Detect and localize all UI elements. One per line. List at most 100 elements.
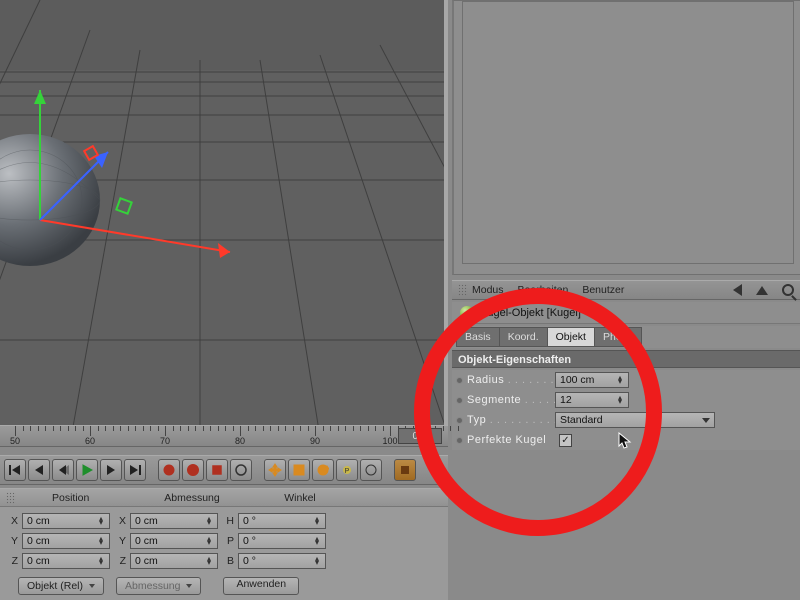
size-field-z[interactable]: 0 cm▴▾ xyxy=(130,553,218,569)
object-name-label: Kugel-Objekt [Kugel] xyxy=(480,307,581,319)
coord-footer: Objekt (Rel) Abmessung Anwenden xyxy=(0,575,448,597)
chevron-down-icon xyxy=(89,584,95,588)
coordinates-panel: Position Abmessung Winkel X 0 cm▴▾ X 0 cm▴▾… xyxy=(0,488,448,600)
prev-frame-button[interactable] xyxy=(28,459,50,481)
angle-axis-label: B xyxy=(222,555,234,567)
next-frame-button[interactable] xyxy=(100,459,122,481)
axis-label: X xyxy=(114,515,126,527)
transport-toolbar: P xyxy=(0,455,448,485)
prop-perfekte: Perfekte Kugel ✓ xyxy=(452,430,800,450)
bullet-icon xyxy=(456,437,463,444)
section-header: Objekt-Eigenschaften xyxy=(452,350,800,368)
menu-modus[interactable]: Modus xyxy=(472,284,504,296)
scale-tool-button[interactable] xyxy=(288,459,310,481)
menu-bearbeiten[interactable]: Bearbeiten xyxy=(518,284,569,296)
pos-field-y[interactable]: 0 cm▴▾ xyxy=(22,533,110,549)
perfekte-label: Perfekte Kugel xyxy=(467,434,546,446)
play-backward-button[interactable] xyxy=(52,459,74,481)
menu-benutzer[interactable]: Benutzer xyxy=(582,284,624,296)
perfekte-checkbox[interactable]: ✓ xyxy=(559,434,572,447)
ruler-label: 90 xyxy=(310,436,320,446)
ruler-label: 100 xyxy=(382,436,397,446)
axis-label: Z xyxy=(6,555,18,567)
ruler-label: 50 xyxy=(10,436,20,446)
tab-phong[interactable]: Phong xyxy=(594,327,642,347)
angle-field-h[interactable]: 0 °▴▾ xyxy=(238,513,326,529)
angle-axis-label: H xyxy=(222,515,234,527)
coord-mode-size[interactable]: Abmessung xyxy=(116,577,201,595)
coord-row: Z 0 cm▴▾ Z 0 cm▴▾ B 0 °▴▾ xyxy=(6,551,442,571)
play-button[interactable] xyxy=(76,459,98,481)
axis-label: Y xyxy=(114,535,126,547)
col-winkel: Winkel xyxy=(246,492,354,504)
ruler-label: 80 xyxy=(235,436,245,446)
prop-typ: Typ . . . . . . . . . . Standard xyxy=(452,410,800,430)
poly-mode-button[interactable] xyxy=(394,459,416,481)
spinner-icon[interactable]: ▴▾ xyxy=(616,396,624,404)
col-abmessung: Abmessung xyxy=(138,492,246,504)
attribute-header: Modus Bearbeiten Benutzer xyxy=(452,280,800,300)
axis-label: X xyxy=(6,515,18,527)
drag-grip-icon[interactable] xyxy=(6,492,16,504)
coord-row: X 0 cm▴▾ X 0 cm▴▾ H 0 °▴▾ xyxy=(6,511,442,531)
move-tool-button[interactable] xyxy=(264,459,286,481)
rotate-tool-button[interactable] xyxy=(312,459,334,481)
prop-radius: Radius . . . . . . . 100 cm ▴▾ xyxy=(452,370,800,390)
goto-start-button[interactable] xyxy=(4,459,26,481)
spinner-icon[interactable]: ▴▾ xyxy=(616,376,624,384)
edge-mode-button[interactable] xyxy=(360,459,382,481)
coord-row: Y0 cm▴▾Y0 cm▴▾P0 °▴▾ xyxy=(6,531,442,551)
autokey-button[interactable] xyxy=(182,459,204,481)
segmente-label: Segmente xyxy=(467,394,521,406)
angle-field-b[interactable]: 0 °▴▾ xyxy=(238,553,326,569)
viewport-3d[interactable] xyxy=(0,0,448,425)
radius-label: Radius xyxy=(467,374,504,386)
right-top-inner xyxy=(462,1,794,264)
tab-basis[interactable]: Basis xyxy=(456,327,499,347)
radius-value: 100 cm xyxy=(560,374,594,386)
drag-grip-icon[interactable] xyxy=(458,284,468,296)
tab-objekt[interactable]: Objekt xyxy=(547,327,594,347)
timeline-counter[interactable]: 0 B xyxy=(398,428,442,444)
typ-label: Typ xyxy=(467,414,486,426)
nav-up-icon[interactable] xyxy=(756,286,768,295)
apply-button[interactable]: Anwenden xyxy=(223,577,299,595)
bullet-icon xyxy=(456,397,463,404)
pos-field-z[interactable]: 0 cm▴▾ xyxy=(22,553,110,569)
typ-select[interactable]: Standard xyxy=(555,412,715,428)
point-mode-button[interactable]: P xyxy=(336,459,358,481)
typ-value: Standard xyxy=(560,414,603,426)
coord-header: Position Abmessung Winkel xyxy=(0,489,448,507)
prop-segmente: Segmente . . . . . 12 ▴▾ xyxy=(452,390,800,410)
radius-field[interactable]: 100 cm ▴▾ xyxy=(555,372,629,388)
nav-back-icon[interactable] xyxy=(733,284,742,296)
bullet-icon xyxy=(456,377,463,384)
chevron-down-icon xyxy=(702,418,710,423)
size-field-x[interactable]: 0 cm▴▾ xyxy=(130,513,218,529)
axis-label: Z xyxy=(114,555,126,567)
goto-end-button[interactable] xyxy=(124,459,146,481)
viewport-canvas xyxy=(0,0,448,425)
axis-label: Y xyxy=(6,535,18,547)
segmente-field[interactable]: 12 ▴▾ xyxy=(555,392,629,408)
key-options-button[interactable] xyxy=(230,459,252,481)
search-icon[interactable] xyxy=(782,284,794,296)
svg-text:P: P xyxy=(345,468,350,475)
ruler-label: 60 xyxy=(85,436,95,446)
sphere-object-icon xyxy=(460,306,474,320)
segmente-value: 12 xyxy=(560,394,572,406)
bullet-icon xyxy=(456,417,463,424)
angle-field-p[interactable]: 0 °▴▾ xyxy=(238,533,326,549)
property-list: Radius . . . . . . . 100 cm ▴▾ Segmente … xyxy=(452,370,800,450)
size-field-y[interactable]: 0 cm▴▾ xyxy=(130,533,218,549)
timeline-ruler[interactable]: 50 60 70 80 90 100 0 B xyxy=(0,425,448,447)
key-sel-button[interactable] xyxy=(206,459,228,481)
col-position: Position xyxy=(20,492,138,504)
coord-mode-object[interactable]: Objekt (Rel) xyxy=(18,577,104,595)
pos-field-x[interactable]: 0 cm▴▾ xyxy=(22,513,110,529)
right-top-panel xyxy=(452,0,800,275)
ruler-label: 70 xyxy=(160,436,170,446)
tab-koord[interactable]: Koord. xyxy=(499,327,547,347)
object-name-row: Kugel-Objekt [Kugel] xyxy=(452,302,800,324)
record-button[interactable] xyxy=(158,459,180,481)
